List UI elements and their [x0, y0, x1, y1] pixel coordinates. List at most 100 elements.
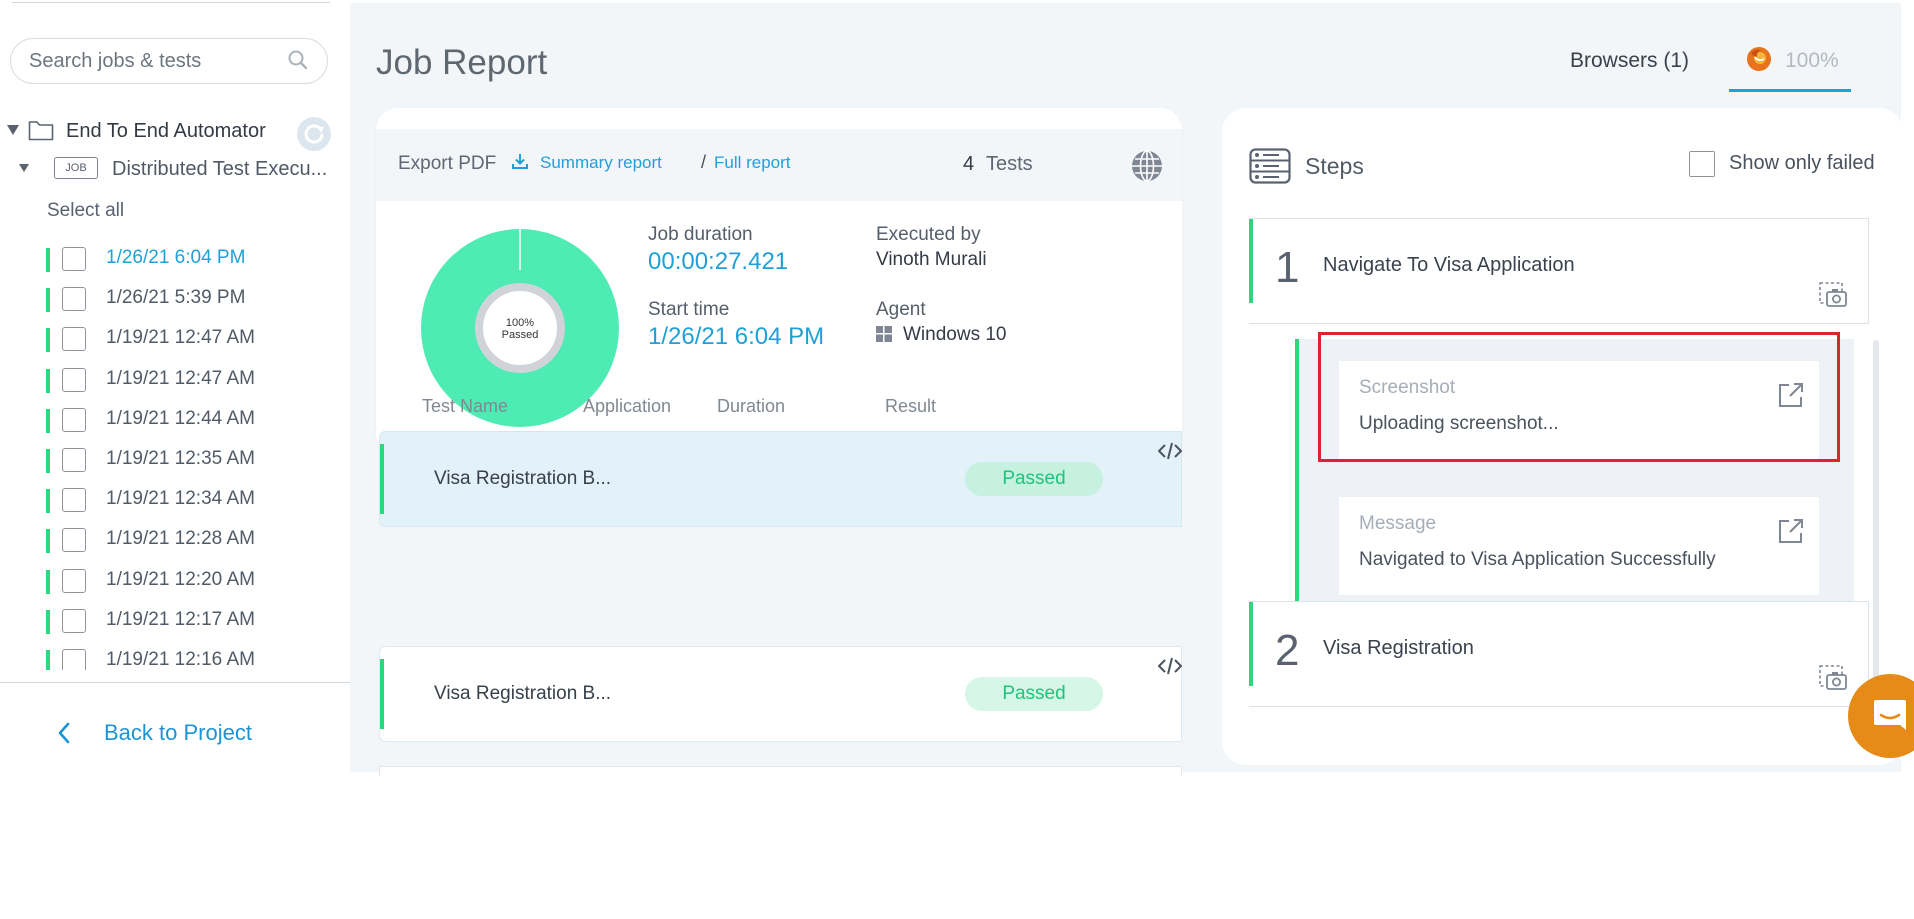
refresh-icon[interactable] [296, 116, 332, 152]
main-content: Job Report Browsers (1) 100% Export PDF … [350, 3, 1903, 776]
browser-percent[interactable]: 100% [1785, 49, 1839, 73]
browsers-tab-label[interactable]: Browsers (1) [1570, 49, 1689, 73]
col-test-name[interactable]: Test Name [422, 396, 508, 417]
globe-icon[interactable] [1130, 149, 1164, 183]
run-item[interactable]: 1/19/21 12:28 AM [46, 519, 346, 559]
run-checkbox[interactable] [62, 447, 86, 472]
run-date[interactable]: 1/26/21 5:39 PM [106, 287, 245, 309]
table-row[interactable] [379, 766, 1182, 776]
status-badge: Passed [965, 677, 1103, 711]
table-row[interactable]: Visa Registration B... Passed [379, 431, 1182, 527]
download-icon[interactable] [510, 151, 530, 171]
pass-indicator [46, 529, 50, 554]
run-item[interactable]: 1/26/21 5:39 PM [46, 278, 346, 318]
open-external-icon[interactable] [1777, 517, 1805, 545]
camera-icon[interactable] [1818, 281, 1848, 309]
donut-percent: 100% [506, 317, 534, 329]
summary-report-link[interactable]: Summary report [540, 153, 662, 173]
run-date[interactable]: 1/19/21 12:16 AM [106, 649, 255, 670]
col-application[interactable]: Application [583, 396, 671, 417]
pass-indicator [46, 328, 50, 353]
code-icon[interactable] [1158, 442, 1182, 460]
donut-status: Passed [502, 329, 539, 341]
run-item[interactable]: 1/19/21 12:35 AM [46, 439, 346, 479]
run-checkbox[interactable] [62, 407, 86, 432]
full-report-link[interactable]: Full report [714, 153, 791, 173]
pass-indicator [46, 288, 50, 313]
test-name[interactable]: Visa Registration B... [434, 683, 611, 705]
test-name[interactable]: Visa Registration B... [434, 468, 611, 490]
tree-project[interactable]: End To End Automator [6, 116, 346, 151]
select-all[interactable]: Select all [47, 200, 124, 222]
detail-value: Navigated to Visa Application Successful… [1359, 549, 1716, 570]
run-date[interactable]: 1/19/21 12:34 AM [106, 488, 255, 510]
run-date[interactable]: 1/19/21 12:28 AM [106, 528, 255, 550]
chevron-left-icon[interactable] [56, 721, 72, 745]
sidebar-top-divider [12, 2, 330, 3]
open-external-icon[interactable] [1777, 381, 1805, 409]
run-checkbox[interactable] [62, 608, 86, 633]
pass-indicator [46, 248, 50, 272]
run-item[interactable]: 1/19/21 12:47 AM [46, 359, 346, 399]
code-icon[interactable] [1158, 657, 1182, 675]
run-checkbox[interactable] [62, 287, 86, 312]
run-checkbox[interactable] [62, 648, 86, 670]
job-duration-label: Job duration [648, 224, 753, 245]
summary-toolbar: Export PDF Summary report / Full report … [376, 129, 1182, 201]
run-date[interactable]: 1/19/21 12:47 AM [106, 368, 255, 390]
run-item[interactable]: 1/26/21 6:04 PM [46, 238, 346, 278]
run-checkbox[interactable] [62, 327, 86, 352]
show-only-failed-checkbox[interactable] [1689, 151, 1715, 177]
search-box[interactable] [10, 38, 328, 84]
sidebar: End To End Automator JOB Distributed Tes… [0, 0, 350, 772]
steps-card: Steps Show only failed 1 Navigate To Vis… [1222, 108, 1903, 765]
firefox-icon[interactable] [1745, 45, 1773, 73]
search-icon[interactable] [287, 49, 309, 71]
back-to-project-label[interactable]: Back to Project [104, 720, 252, 746]
run-item[interactable]: 1/19/21 12:16 AM [46, 640, 346, 670]
step-item[interactable]: 1 Navigate To Visa Application [1249, 218, 1869, 324]
run-item[interactable]: 1/19/21 12:44 AM [46, 399, 346, 439]
run-date[interactable]: 1/19/21 12:44 AM [106, 408, 255, 430]
run-date[interactable]: 1/19/21 12:17 AM [106, 609, 255, 631]
step-title[interactable]: Navigate To Visa Application [1323, 254, 1575, 277]
detail-key: Screenshot [1359, 377, 1456, 398]
step-title[interactable]: Visa Registration [1323, 637, 1474, 660]
step-item[interactable]: 2 Visa Registration [1249, 601, 1869, 707]
agent-value: Windows 10 [903, 324, 1007, 345]
run-checkbox[interactable] [62, 367, 86, 392]
page-title: Job Report [376, 43, 548, 82]
run-checkbox[interactable] [62, 528, 86, 553]
camera-icon[interactable] [1818, 664, 1848, 692]
col-result[interactable]: Result [885, 396, 936, 417]
run-checkbox[interactable] [62, 247, 86, 271]
run-item[interactable]: 1/19/21 12:20 AM [46, 560, 346, 600]
tree-job[interactable]: JOB Distributed Test Execu... [18, 154, 348, 184]
run-item[interactable]: 1/19/21 12:17 AM [46, 600, 346, 640]
executed-by-label: Executed by [876, 224, 981, 245]
pass-indicator [46, 368, 50, 393]
run-checkbox[interactable] [62, 488, 86, 513]
run-date[interactable]: 1/26/21 6:04 PM [106, 247, 245, 269]
run-date[interactable]: 1/19/21 12:47 AM [106, 327, 255, 349]
pass-indicator [46, 649, 50, 670]
run-item[interactable]: 1/19/21 12:47 AM [46, 318, 346, 358]
table-row[interactable]: Visa Registration B... Passed [379, 646, 1182, 742]
run-date[interactable]: 1/19/21 12:20 AM [106, 569, 255, 591]
col-duration[interactable]: Duration [717, 396, 785, 417]
browser-tab-underline [1729, 89, 1851, 92]
search-input[interactable] [29, 49, 279, 73]
folder-icon [28, 119, 54, 141]
status-badge: Passed [965, 462, 1103, 496]
run-item[interactable]: 1/19/21 12:34 AM [46, 479, 346, 519]
caret-down-icon[interactable] [6, 124, 20, 136]
show-only-failed-label[interactable]: Show only failed [1729, 152, 1875, 175]
run-date[interactable]: 1/19/21 12:35 AM [106, 448, 255, 470]
steps-scrollbar[interactable] [1873, 340, 1879, 702]
caret-down-icon[interactable] [18, 163, 30, 173]
run-checkbox[interactable] [62, 568, 86, 593]
step-number: 2 [1275, 626, 1300, 675]
tests-count: 4 [963, 153, 975, 175]
step-pass-indicator [1249, 219, 1253, 303]
back-to-project-link[interactable]: Back to Project [56, 718, 316, 748]
